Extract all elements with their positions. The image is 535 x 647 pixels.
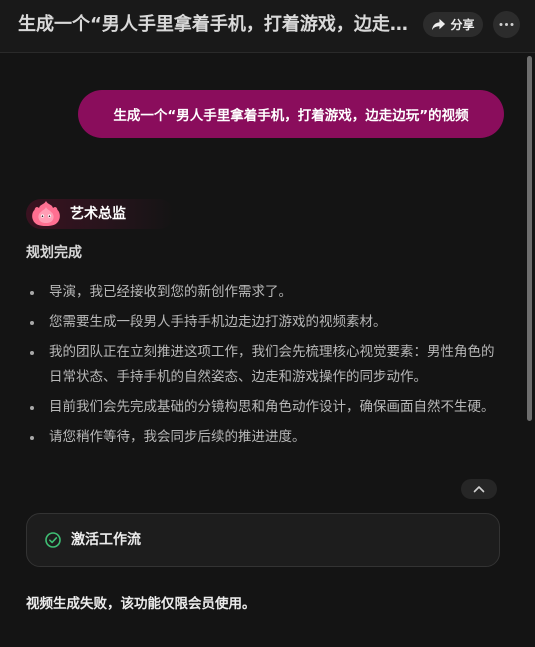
agent-name: 艺术总监 xyxy=(70,206,126,222)
check-circle-icon xyxy=(45,532,61,548)
more-dots-icon xyxy=(499,23,514,26)
list-item: 请您稍作等待，我会同步后续的推进进度。 xyxy=(28,425,498,450)
scrollbar-thumb[interactable] xyxy=(527,56,532,421)
more-button[interactable] xyxy=(493,11,520,38)
workflow-label: 激活工作流 xyxy=(71,532,141,548)
list-item: 我的团队正在立刻推进这项工作，我们会先梳理核心视觉要素：男性角色的日常状态、手持… xyxy=(28,340,498,390)
share-arrow-icon xyxy=(432,18,446,31)
share-label: 分享 xyxy=(450,18,475,32)
bullet-dot xyxy=(30,291,34,295)
bullet-text: 我的团队正在立刻推进这项工作，我们会先梳理核心视觉要素：男性角色的日常状态、手持… xyxy=(49,344,495,385)
error-message: 视频生成失败，该功能仅限会员使用。 xyxy=(26,596,256,612)
bullet-text: 目前我们会先完成基础的分镜构思和角色动作设计，确保画面自然不生硬。 xyxy=(49,399,495,415)
agent-badge: 艺术总监 xyxy=(26,199,174,229)
chevron-up-icon xyxy=(473,486,485,493)
bullet-dot xyxy=(30,436,34,440)
list-item: 您需要生成一段男人手持手机边走边打游戏的视频素材。 xyxy=(28,310,498,335)
workflow-card[interactable]: 激活工作流 xyxy=(26,513,500,567)
bullet-dot xyxy=(30,406,34,410)
bullet-text: 请您稍作等待，我会同步后续的推进进度。 xyxy=(49,429,306,445)
agent-bullet-list: 导演，我已经接收到您的新创作需求了。 您需要生成一段男人手持手机边走边打游戏的视… xyxy=(28,280,498,455)
list-item: 目前我们会先完成基础的分镜构思和角色动作设计，确保画面自然不生硬。 xyxy=(28,395,498,420)
conversation-title: 生成一个“男人手里拿着手机，打着游戏，边走边玩”的视频 xyxy=(18,14,414,35)
list-item: 导演，我已经接收到您的新创作需求了。 xyxy=(28,280,498,305)
collapse-button[interactable] xyxy=(461,479,497,499)
top-bar: 生成一个“男人手里拿着手机，打着游戏，边走边玩”的视频 分享 xyxy=(0,0,535,53)
bullet-text: 导演，我已经接收到您的新创作需求了。 xyxy=(49,284,292,300)
flame-mascot-icon xyxy=(32,201,60,226)
scrollbar[interactable] xyxy=(527,56,533,647)
bullet-dot xyxy=(30,351,34,355)
agent-status: 规划完成 xyxy=(26,245,82,261)
bullet-dot xyxy=(30,321,34,325)
user-message-text: 生成一个“男人手里拿着手机，打着游戏，边走边玩”的视频 xyxy=(113,108,469,124)
share-button[interactable]: 分享 xyxy=(423,12,483,37)
user-message-bubble: 生成一个“男人手里拿着手机，打着游戏，边走边玩”的视频 xyxy=(78,90,504,138)
bullet-text: 您需要生成一段男人手持手机边走边打游戏的视频素材。 xyxy=(49,314,387,330)
chat-page: 生成一个“男人手里拿着手机，打着游戏，边走边玩”的视频 分享 生成一个“男人手里… xyxy=(0,0,535,647)
